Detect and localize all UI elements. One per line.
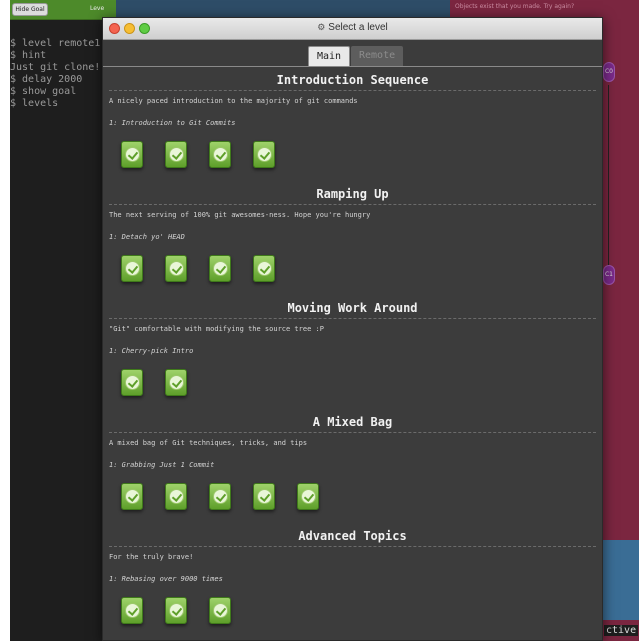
terminal-line: $ delay 2000 [10,74,83,85]
checkmark-icon [213,147,228,162]
level-button[interactable] [209,255,231,282]
level-button[interactable] [121,255,143,282]
checkmark-icon [257,261,272,276]
tab-bar: Main Remote [103,40,602,67]
level-row [109,591,596,637]
checkmark-icon [213,489,228,504]
level-sections: Introduction Sequence A nicely paced int… [103,67,602,637]
window-title-wrap: ⚙ Select a level [103,22,602,33]
section-first-level: 1: Grabbing Just 1 Commit [109,461,215,469]
commit-node[interactable]: C1 [603,265,615,285]
checkmark-icon [169,147,184,162]
level-button[interactable] [165,483,187,510]
level-button[interactable] [121,597,143,624]
level-button[interactable] [209,597,231,624]
terminal-line: $ hint [10,50,47,61]
level-row [109,135,596,181]
checkmark-icon [125,375,140,390]
checkmark-icon [257,147,272,162]
level-button[interactable] [165,597,187,624]
section-description: A nicely paced introduction to the major… [109,97,358,105]
terminal-toolbar: Hide Goal Leve [10,0,116,20]
level-button[interactable] [253,141,275,168]
level-button[interactable] [165,255,187,282]
section-title: A Mixed Bag [109,409,596,433]
terminal-line: Just git clone! [10,62,101,73]
section-introduction-sequence: Introduction Sequence A nicely paced int… [109,67,596,181]
section-first-level: 1: Introduction to Git Commits [109,119,236,127]
section-title: Introduction Sequence [109,67,596,91]
goal-panel-footer [600,540,639,620]
terminal-output: $ level remote1 $ hint Just git clone! $… [10,38,116,110]
section-title: Moving Work Around [109,295,596,319]
section-description: "Git" comfortable with modifying the sou… [109,325,324,333]
section-moving-work-around: Moving Work Around "Git" comfortable wit… [109,295,596,409]
level-button[interactable] [165,369,187,396]
level-button[interactable] [209,141,231,168]
section-description: The next serving of 100% git awesomes-ne… [109,211,371,219]
level-select-dialog: ⚙ Select a level Main Remote Introduction… [102,17,603,641]
section-description: For the truly brave! [109,553,194,561]
title-bar[interactable]: ⚙ Select a level [103,18,602,40]
tab-remote[interactable]: Remote [351,46,404,66]
level-button[interactable] [121,483,143,510]
terminal-panel: Hide Goal Leve $ level remote1 $ hint Ju… [10,0,116,641]
checkmark-icon [125,603,140,618]
checkmark-icon [213,603,228,618]
level-row [109,363,596,409]
level-button[interactable] [165,141,187,168]
checkmark-icon [213,261,228,276]
checkmark-icon [257,489,272,504]
status-text: ctive [604,625,639,636]
section-first-level: 1: Cherry-pick Intro [109,347,194,355]
section-ramping-up: Ramping Up The next serving of 100% git … [109,181,596,295]
checkmark-icon [125,147,140,162]
level-row [109,477,596,523]
commit-edge [608,85,609,265]
section-description: A mixed bag of Git techniques, tricks, a… [109,439,308,447]
level-button[interactable] [297,483,319,510]
checkmark-icon [169,603,184,618]
section-title: Advanced Topics [109,523,596,547]
section-advanced-topics: Advanced Topics For the truly brave! 1: … [109,523,596,637]
level-button[interactable] [253,255,275,282]
gear-icon: ⚙ [317,22,326,32]
checkmark-icon [301,489,316,504]
level-button[interactable]: Leve [90,5,104,12]
section-title: Ramping Up [109,181,596,205]
checkmark-icon [169,489,184,504]
checkmark-icon [125,489,140,504]
checkmark-icon [169,375,184,390]
level-button[interactable] [121,369,143,396]
level-row [109,249,596,295]
terminal-line: $ level remote1 [10,38,101,49]
hide-goal-button[interactable]: Hide Goal [12,3,48,16]
section-a-mixed-bag: A Mixed Bag A mixed bag of Git technique… [109,409,596,523]
terminal-line: $ levels [10,98,59,109]
section-first-level: 1: Rebasing over 9000 times [109,575,223,583]
section-first-level: 1: Detach yo' HEAD [109,233,185,241]
window-title: Select a level [328,22,388,33]
tab-main[interactable]: Main [308,46,351,66]
checkmark-icon [169,261,184,276]
commit-node[interactable]: C0 [603,62,615,82]
terminal-line: $ show goal [10,86,77,97]
level-button[interactable] [209,483,231,510]
level-button[interactable] [121,141,143,168]
goal-message: Objects exist that you made. Try again? [455,3,575,10]
level-button[interactable] [253,483,275,510]
checkmark-icon [125,261,140,276]
